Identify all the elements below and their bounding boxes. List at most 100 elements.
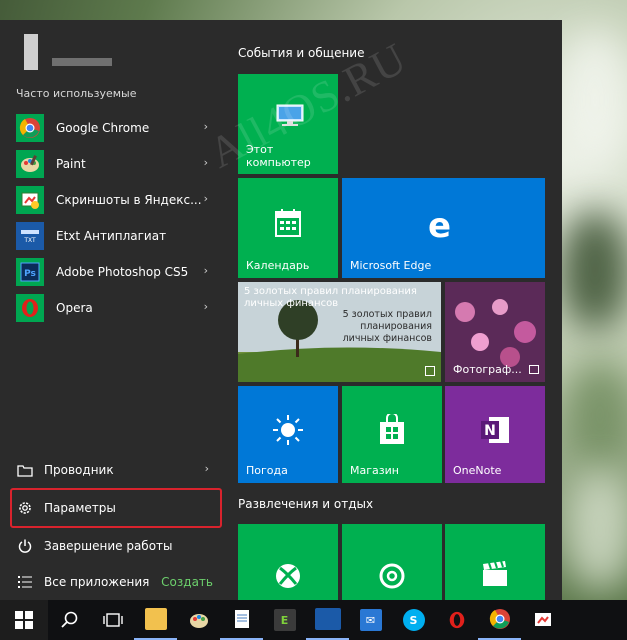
app-label: Скриншоты в Яндекс... [56,193,202,207]
onenote-icon: N [481,417,509,443]
app-label: Paint [56,157,86,171]
edge-icon: e [428,206,452,246]
taskbar-etxt[interactable] [306,600,349,640]
folder-icon [144,608,167,630]
xbox-icon [276,564,300,588]
create-link[interactable]: Создать [161,575,213,589]
taskbar-chrome[interactable] [478,600,521,640]
opera-icon [16,294,44,322]
news-icon [425,366,435,376]
chrome-icon [489,609,510,629]
tile-label: OneNote [453,464,502,477]
chevron-right-icon[interactable]: › [205,462,209,475]
tile-label: Календарь [246,259,310,272]
user-name-blurred [52,58,112,66]
tile-photos[interactable]: Фотограф... [445,282,545,382]
start-bottom-list: Проводник › Параметры Завершение работы [10,452,227,600]
explorer-item[interactable]: Проводник › [12,452,227,488]
settings-item[interactable]: Параметры [10,488,222,528]
task-view-button[interactable] [91,600,134,640]
etxt-icon [314,608,341,630]
folder-icon [16,461,34,479]
tile-calendar[interactable]: Календарь [238,178,338,278]
avatar [24,34,38,70]
taskbar-evernote[interactable]: E [263,600,306,640]
news-banner-text: 5 золотых правил планирования личных фин… [342,309,432,344]
skype-icon: S [402,609,425,631]
chevron-right-icon[interactable]: › [204,156,208,169]
most-used-list: Google Chrome › Paint › Скриншоты в Янде… [16,110,216,326]
calendar-icon [275,209,301,237]
app-item-paint[interactable]: Paint › [16,146,216,182]
tile-groove[interactable] [342,524,442,600]
explorer-label: Проводник [44,463,114,477]
etxt-icon: TXT [16,222,44,250]
app-label: Adobe Photoshop CS5 [56,265,189,279]
chevron-right-icon[interactable]: › [204,192,208,205]
taskbar-screenshot-tool[interactable] [521,600,564,640]
photos-icon [529,365,539,374]
search-icon [60,611,77,628]
app-label: Google Chrome [56,121,150,135]
tile-label: Погода [246,464,288,477]
app-item-etxt[interactable]: TXT Etxt Антиплагиат [16,218,216,254]
tile-movies[interactable] [445,524,545,600]
settings-label: Параметры [44,501,116,515]
taskbar: E ✉ S [0,600,627,640]
opera-icon [449,611,464,629]
chrome-icon [16,114,44,142]
app-item-yandex-screenshots[interactable]: Скриншоты в Яндекс... › [16,182,216,218]
tile-news[interactable]: 5 золотых правил планирования личных фин… [238,282,441,382]
evernote-icon: E [273,609,296,631]
tile-label: Фотограф... [453,363,522,376]
photoshop-icon: Ps [16,258,44,286]
start-menu: Часто используемые Google Chrome › Paint… [0,20,562,600]
start-button[interactable] [0,600,48,640]
app-item-opera[interactable]: Opera › [16,290,216,326]
task-view-icon [102,613,123,627]
taskbar-paint[interactable] [177,600,220,640]
tile-xbox[interactable] [238,524,338,600]
taskbar-search-button[interactable] [48,600,91,640]
tile-store[interactable]: Магазин [342,386,442,483]
taskbar-notepad[interactable] [220,600,263,640]
store-icon [380,414,404,444]
app-item-chrome[interactable]: Google Chrome › [16,110,216,146]
windows-logo-icon [15,611,33,629]
gear-icon [16,499,34,517]
power-item[interactable]: Завершение работы [12,528,227,564]
paint-icon [16,150,44,178]
taskbar-skype[interactable]: S [392,600,435,640]
chevron-right-icon[interactable]: › [204,264,208,277]
chevron-right-icon[interactable]: › [204,300,208,313]
taskbar-opera[interactable] [435,600,478,640]
power-label: Завершение работы [44,539,173,553]
app-label: Opera [56,301,93,315]
start-left-pane: Часто используемые Google Chrome › Paint… [0,20,229,600]
news-title: 5 золотых правил планирования личных фин… [244,286,417,309]
mail-icon: ✉ [359,609,382,631]
list-icon [16,573,34,591]
tile-label: Магазин [350,464,399,477]
all-apps-item[interactable]: Все приложения Создать [12,564,227,600]
app-label: Etxt Антиплагиат [56,229,167,243]
taskbar-explorer[interactable] [134,600,177,640]
taskbar-mail[interactable]: ✉ [349,600,392,640]
most-used-caption: Часто используемые [16,87,137,100]
film-clapper-icon [483,560,507,586]
svg-text:TXT: TXT [23,237,36,244]
notepad-icon [234,610,249,628]
sun-icon [273,415,303,445]
app-item-photoshop[interactable]: Ps Adobe Photoshop CS5 › [16,254,216,290]
tile-weather[interactable]: Погода [238,386,338,483]
tile-onenote[interactable]: N OneNote [445,386,545,483]
screenshot-icon [16,186,44,214]
tile-edge[interactable]: e Microsoft Edge [342,178,545,278]
all-apps-label: Все приложения [44,575,150,589]
user-account[interactable] [14,34,204,78]
power-icon [16,537,34,555]
music-disc-icon [379,563,405,589]
group-title-entertainment: Развлечения и отдых [238,497,374,511]
tile-label: Microsoft Edge [350,259,432,272]
svg-text:N: N [484,423,496,439]
